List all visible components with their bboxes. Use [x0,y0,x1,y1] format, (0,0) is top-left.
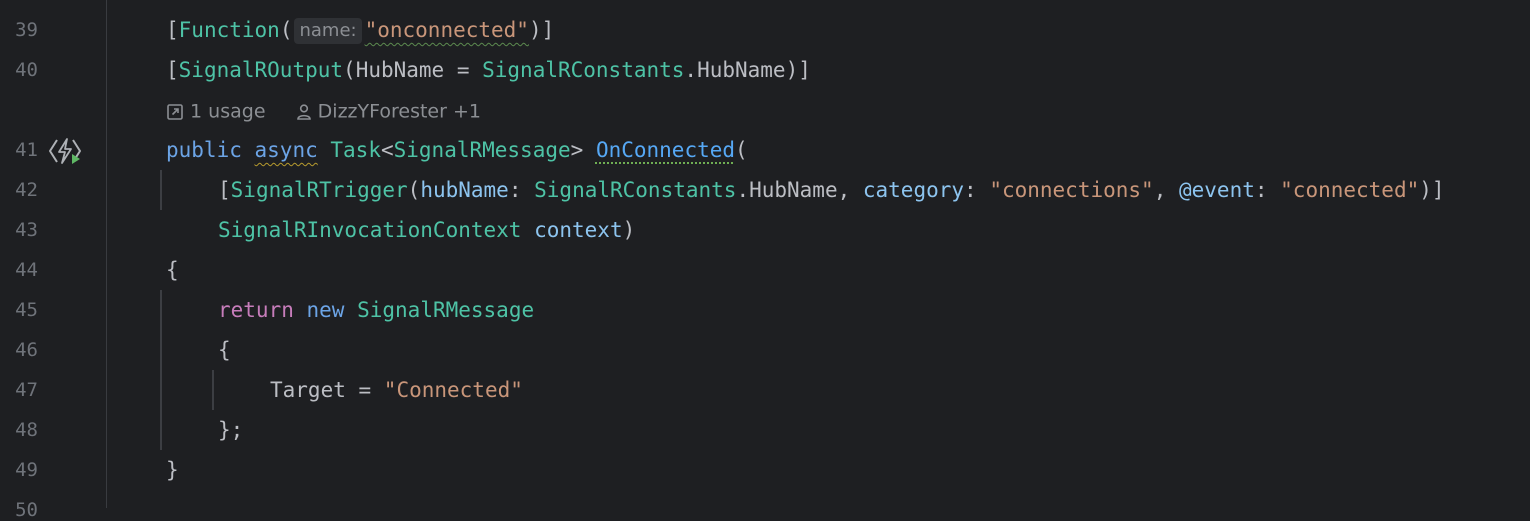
paren: ( [735,138,748,162]
code-line-48[interactable]: }; [218,410,243,450]
external-link-icon [167,103,183,120]
colon: : [508,178,535,202]
property-assignment: Target = [270,378,384,402]
code-line-47[interactable]: Target = "Connected" [270,370,523,410]
line-number: 43 [15,219,38,241]
bracket: [ [218,178,231,202]
bracket: )] [1419,178,1445,202]
code-line-40[interactable]: [SignalROutput(HubName = SignalRConstant… [166,50,811,90]
attribute-type: SignalRTrigger [230,178,408,202]
code-line-41[interactable]: public async Task<SignalRMessage> OnConn… [166,130,748,170]
line-number: 45 [15,299,38,321]
code-text: .HubName, [736,178,863,202]
code-text: , [1153,178,1179,202]
colon: : [964,178,990,202]
angle-bracket: < [380,138,394,162]
attribute-type: SignalROutput [178,58,344,82]
indent-guide [212,370,214,410]
code-line-44[interactable]: { [166,250,179,290]
usages-link[interactable]: 1 usage [190,101,265,123]
line-number: 48 [15,419,38,441]
line-number: 47 [15,379,38,401]
code-line-45[interactable]: return new SignalRMessage [218,290,534,330]
line-number: 39 [15,19,38,41]
code-vision-lens: 1 usage DizzYForester +1 [166,96,481,126]
bracket: [ [166,18,179,42]
code-line-49[interactable]: } [166,450,179,490]
string-literal: "Connected" [383,378,523,402]
code-line-46[interactable]: { [218,330,231,370]
code-line-39[interactable]: [Function(name: "onconnected")] [166,10,554,50]
parameter-hint: name: [294,18,362,44]
string-literal: "onconnected" [364,18,529,42]
indent-guide [160,170,162,210]
bracket: [ [166,58,179,82]
line-number: 49 [15,459,38,481]
keyword: async [254,138,318,162]
attribute-type: Function [178,18,280,42]
parameter-name: context [534,218,623,242]
paren: ( [343,58,356,82]
author-link[interactable]: DizzYForester +1 [318,101,481,123]
line-number: 42 [15,179,38,201]
keyword: new [306,298,345,322]
named-argument: @event [1179,178,1255,202]
code-text: HubName = [355,58,483,82]
gutter-divider [106,0,107,508]
colon: : [1254,178,1281,202]
person-icon [296,103,311,120]
paren: ) [622,218,636,242]
string-literal: "connections" [989,178,1154,202]
keyword: return [218,298,294,322]
type-name: SignalRConstants [534,178,737,202]
line-number: 46 [15,339,38,361]
brace: { [218,338,231,362]
code-editor[interactable]: 39 40 41 42 43 44 45 46 47 48 49 50 [Fun… [0,0,1530,520]
method-name: OnConnected [595,138,736,162]
named-argument: category [862,178,965,202]
string-literal: "connected" [1280,178,1420,202]
line-number: 40 [15,59,38,81]
type-name: SignalRConstants [482,58,685,82]
code-text: .HubName)] [684,58,811,82]
type-name: SignalRMessage [393,138,571,162]
code-line-43[interactable]: SignalRInvocationContext context) [218,210,635,250]
line-number: 50 [15,499,38,521]
named-argument: hubName [420,178,509,202]
line-number: 44 [15,259,38,281]
bracket: )] [528,18,555,42]
line-number: 41 [15,139,38,161]
type-name: SignalRInvocationContext [218,218,522,242]
code-line-42[interactable]: [SignalRTrigger(hubName: SignalRConstant… [218,170,1445,210]
indent-guide [160,290,162,450]
brace: }; [218,418,244,442]
keyword: public [166,138,242,162]
angle-bracket: > [570,138,596,162]
paren: ( [279,18,293,42]
brace: { [166,258,179,282]
brace: } [166,458,179,482]
type-name: Task [330,138,381,162]
type-name: SignalRMessage [357,298,535,322]
paren: ( [407,178,421,202]
azure-function-run-icon[interactable] [48,136,82,166]
